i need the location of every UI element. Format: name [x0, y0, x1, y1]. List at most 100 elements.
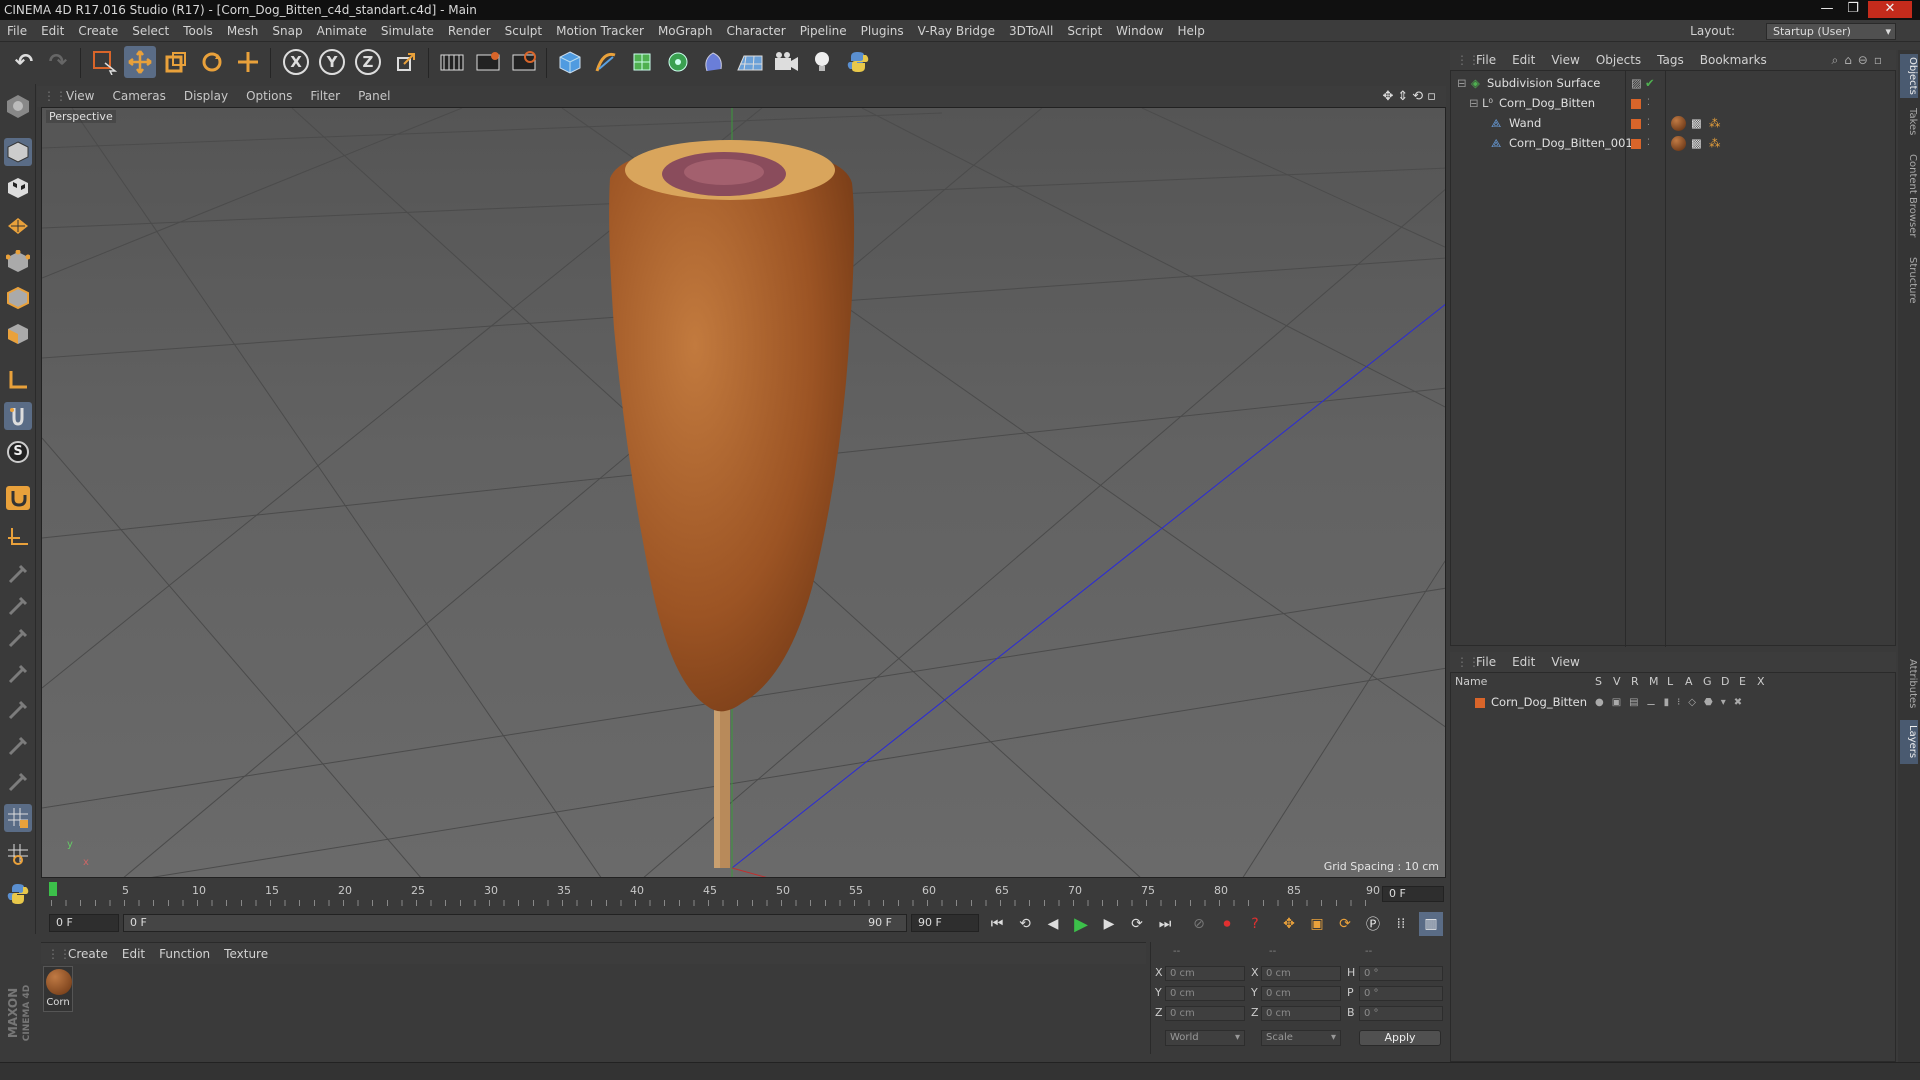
end-frame-field[interactable]: 90 F — [911, 914, 979, 932]
rotation-p-field[interactable]: 0 ° — [1359, 986, 1443, 1001]
restore-icon[interactable]: ❐ — [1842, 1, 1864, 18]
brush-flatten-icon[interactable] — [4, 768, 32, 796]
z-axis-lock-button[interactable]: Z — [352, 46, 384, 78]
layer-color-icon[interactable] — [1475, 698, 1485, 708]
key-parameter-icon[interactable]: Ⓟ — [1361, 912, 1385, 936]
3d-viewport[interactable]: Perspective yx Grid Spacing : 10 cm — [41, 107, 1446, 878]
edges-mode-icon[interactable] — [4, 284, 32, 312]
viewport-nav-icons[interactable]: ✥⇕⟲▫ — [1383, 86, 1441, 107]
object-row-wand[interactable]: ⟁ Wand ⁚ ▩ ⁂ — [1451, 114, 1891, 133]
layers-menu-file[interactable]: File — [1468, 652, 1504, 672]
brush-grab-icon[interactable] — [4, 732, 32, 760]
brush-knife-icon[interactable] — [4, 696, 32, 724]
go-to-end-icon[interactable]: ⏭ — [1153, 912, 1177, 936]
subdivision-surface-icon[interactable] — [626, 46, 658, 78]
menu-window[interactable]: Window — [1109, 20, 1170, 42]
viewport-menu-view[interactable]: View — [57, 86, 103, 107]
close-icon[interactable]: ✕ — [1868, 1, 1912, 18]
visibility-dots-icon[interactable]: ⁚ — [1647, 114, 1650, 133]
previous-frame-icon[interactable]: ◀ — [1041, 912, 1065, 936]
position-x-field[interactable]: 0 cm — [1165, 966, 1245, 981]
render-view-icon[interactable] — [436, 46, 468, 78]
objects-menu-view[interactable]: View — [1543, 50, 1587, 70]
go-to-start-icon[interactable]: ⏮ — [985, 912, 1009, 936]
menu-mesh[interactable]: Mesh — [220, 20, 266, 42]
layer-color-icon[interactable] — [1631, 99, 1641, 109]
tab-attributes[interactable]: Attributes — [1900, 652, 1918, 716]
snapping-icon[interactable]: S — [4, 438, 32, 466]
menu-file[interactable]: File — [0, 20, 34, 42]
world-dropdown[interactable]: World ▾ — [1165, 1030, 1245, 1046]
objects-menu-tags[interactable]: Tags — [1649, 50, 1692, 70]
menu-animate[interactable]: Animate — [310, 20, 374, 42]
material-swatch[interactable]: Corn — [43, 966, 73, 1012]
material-tag-icon[interactable] — [1671, 116, 1686, 131]
menu-help[interactable]: Help — [1170, 20, 1211, 42]
menu-character[interactable]: Character — [719, 20, 792, 42]
coordinate-system-icon[interactable] — [390, 46, 422, 78]
layers-menu-edit[interactable]: Edit — [1504, 652, 1543, 672]
viewport-menu-cameras[interactable]: Cameras — [103, 86, 174, 107]
minimize-icon[interactable]: — — [1816, 1, 1838, 18]
brush-smooth-icon[interactable] — [4, 560, 32, 588]
points-mode-icon[interactable] — [4, 248, 32, 276]
tab-objects[interactable]: Objects — [1900, 54, 1918, 98]
texture-tag-icon[interactable]: ▩ — [1691, 114, 1702, 133]
objects-menu-bookmarks[interactable]: Bookmarks — [1692, 50, 1775, 70]
menu-script[interactable]: Script — [1060, 20, 1109, 42]
keyframe-selection-icon[interactable]: ? — [1243, 912, 1267, 936]
grid-snap-icon[interactable] — [4, 840, 32, 868]
material-menu-create[interactable]: Create — [61, 943, 115, 965]
viewport-menu-filter[interactable]: Filter — [301, 86, 349, 107]
current-frame-field[interactable]: 0 F — [1382, 886, 1444, 902]
model-mode-icon[interactable] — [4, 138, 32, 166]
brush-pull-icon[interactable] — [4, 592, 32, 620]
python-script-icon[interactable] — [4, 880, 32, 908]
autokey-icon[interactable]: ⏺ — [1215, 912, 1239, 936]
floor-icon[interactable] — [734, 46, 766, 78]
menu-snap[interactable]: Snap — [265, 20, 309, 42]
object-row-corn-dog-bitten[interactable]: ⊟ L⁰ Corn_Dog_Bitten ⁚ — [1451, 94, 1891, 113]
layers-menu-view[interactable]: View — [1543, 652, 1587, 672]
menu-sculpt[interactable]: Sculpt — [498, 20, 549, 42]
record-off-icon[interactable]: ⊘ — [1187, 912, 1211, 936]
material-menu-texture[interactable]: Texture — [217, 943, 275, 965]
size-y-field[interactable]: 0 cm — [1261, 986, 1341, 1001]
menu-edit[interactable]: Edit — [34, 20, 71, 42]
menu-simulate[interactable]: Simulate — [374, 20, 441, 42]
next-key-icon[interactable]: ⟳ — [1125, 912, 1149, 936]
workplane-axis-icon[interactable] — [4, 524, 32, 552]
menu-render[interactable]: Render — [441, 20, 498, 42]
frame-range-slider[interactable]: 0 F 90 F — [123, 914, 907, 932]
layer-row-corn-dog-bitten[interactable]: Corn_Dog_Bitten ●▣▤⚊▮⁝◇⬣▾✖ — [1451, 693, 1891, 712]
brush-paint-icon[interactable] — [4, 660, 32, 688]
timeline-layout-icon[interactable]: ▥ — [1419, 912, 1443, 936]
playhead[interactable] — [49, 882, 57, 896]
layer-toggle-icons[interactable]: ●▣▤⚊▮⁝◇⬣▾✖ — [1595, 693, 1750, 712]
transform-tool-icon[interactable] — [232, 46, 264, 78]
object-row-corn-dog-bitten-001[interactable]: ⟁ Corn_Dog_Bitten_001 ⁚ ▩ ⁂ — [1451, 134, 1891, 153]
rotation-h-field[interactable]: 0 ° — [1359, 966, 1443, 981]
y-axis-lock-button[interactable]: Y — [316, 46, 348, 78]
undo-icon[interactable]: ↶ — [8, 46, 40, 78]
layer-color-icon[interactable] — [1631, 119, 1641, 129]
phong-tag-icon[interactable]: ⁂ — [1709, 114, 1721, 133]
grid-lock-icon[interactable] — [4, 804, 32, 832]
x-axis-lock-button[interactable]: X — [280, 46, 312, 78]
layer-color-icon[interactable] — [1631, 139, 1641, 149]
rotation-b-field[interactable]: 0 ° — [1359, 1006, 1443, 1021]
material-menu-function[interactable]: Function — [152, 943, 217, 965]
objects-search-icon[interactable]: ⌕⌂⊖▫ — [1831, 50, 1888, 70]
visibility-dots-icon[interactable]: ⁚ — [1647, 94, 1650, 113]
viewport-menu-panel[interactable]: Panel — [349, 86, 399, 107]
size-z-field[interactable]: 0 cm — [1261, 1006, 1341, 1021]
spline-pen-icon[interactable] — [590, 46, 622, 78]
brush-relax-icon[interactable] — [4, 624, 32, 652]
next-frame-icon[interactable]: ▶ — [1097, 912, 1121, 936]
tab-structure[interactable]: Structure — [1900, 250, 1918, 310]
texture-tag-icon[interactable]: ▩ — [1691, 134, 1702, 153]
cube-primitive-icon[interactable] — [554, 46, 586, 78]
make-editable-icon[interactable] — [4, 92, 32, 120]
enabled-check-icon[interactable]: ✔ — [1645, 74, 1655, 93]
collapse-icon[interactable]: ⊟ — [1469, 94, 1479, 113]
